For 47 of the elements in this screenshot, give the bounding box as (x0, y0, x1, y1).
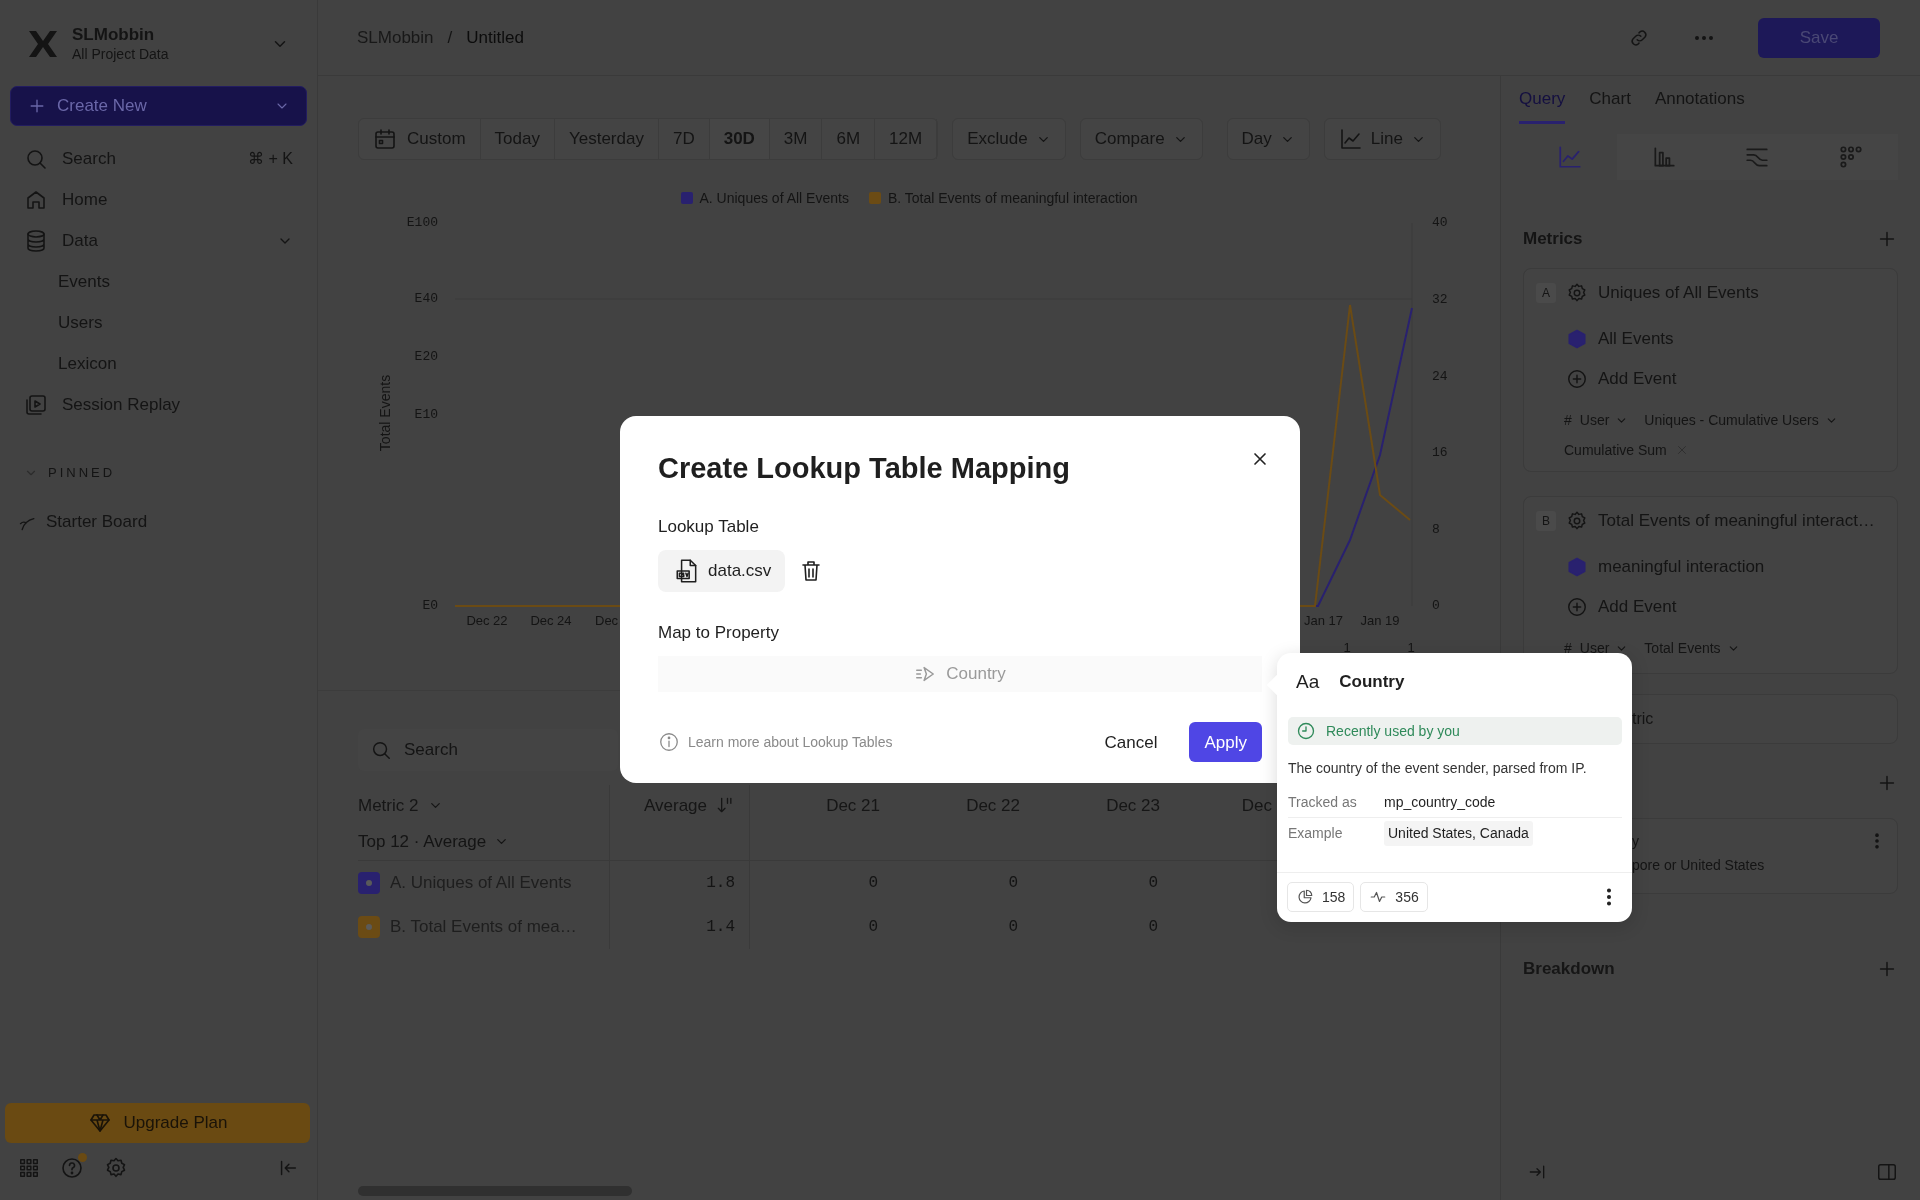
diamond-icon (87, 1111, 112, 1135)
detail-value: United States, Canada (1384, 821, 1533, 846)
settings-icon[interactable] (1566, 510, 1588, 532)
upgrade-plan-button[interactable]: Upgrade Plan (5, 1103, 310, 1143)
type-glyph: # (1564, 410, 1572, 430)
hexagon-icon (1566, 556, 1588, 578)
field-label: Map to Property (658, 622, 780, 644)
apply-button[interactable]: Apply (1189, 722, 1262, 763)
apps-grid-icon[interactable] (18, 1157, 40, 1179)
pie-chart-icon (1296, 888, 1314, 906)
settings-icon[interactable] (104, 1156, 128, 1180)
dialog-title: Create Lookup Table Mapping (658, 451, 1070, 486)
recent-banner: Recently used by you (1288, 717, 1622, 745)
sort-icon[interactable] (715, 795, 735, 815)
plus-circle-icon (1566, 596, 1588, 618)
play-window-icon (24, 392, 48, 417)
info-icon (658, 731, 680, 754)
hexagon-icon (1566, 328, 1588, 350)
calendar-icon (373, 127, 397, 151)
search-icon (370, 739, 392, 761)
database-icon (24, 228, 48, 253)
detail-label: Tracked as (1288, 792, 1358, 812)
settings-icon[interactable] (1566, 282, 1588, 304)
type-glyph: # (1564, 638, 1572, 658)
stat-chip: 356 (1360, 882, 1428, 912)
field-label: Lookup Table (658, 516, 760, 538)
help-link[interactable]: Learn more about Lookup Tables (688, 731, 893, 753)
property-name: Country (1339, 671, 1405, 694)
detail-label: Example (1288, 824, 1344, 843)
clock-icon (1296, 721, 1316, 741)
help-icon[interactable] (60, 1156, 84, 1180)
type-glyph: Aa (1296, 669, 1320, 694)
side-panel-icon[interactable] (1876, 1161, 1898, 1183)
file-chip[interactable]: data.csv (658, 550, 786, 592)
cancel-button[interactable]: Cancel (1090, 721, 1172, 763)
create-new-button[interactable]: Create New (10, 86, 307, 126)
property-select[interactable]: Country (658, 656, 1262, 692)
line-chart-icon (1338, 127, 1363, 151)
logo-icon (28, 30, 58, 58)
notification-dot (78, 1153, 87, 1162)
breadcrumb-separator: / (447, 26, 453, 49)
stat-chip: 158 (1287, 882, 1355, 912)
detail-value: mp_country_code (1384, 792, 1496, 812)
plus-circle-icon (1566, 368, 1588, 390)
line-chart-icon (1556, 144, 1583, 170)
property-description: The country of the event sender, parsed from IP. (1288, 759, 1588, 777)
dot-grid-icon (1838, 144, 1865, 170)
